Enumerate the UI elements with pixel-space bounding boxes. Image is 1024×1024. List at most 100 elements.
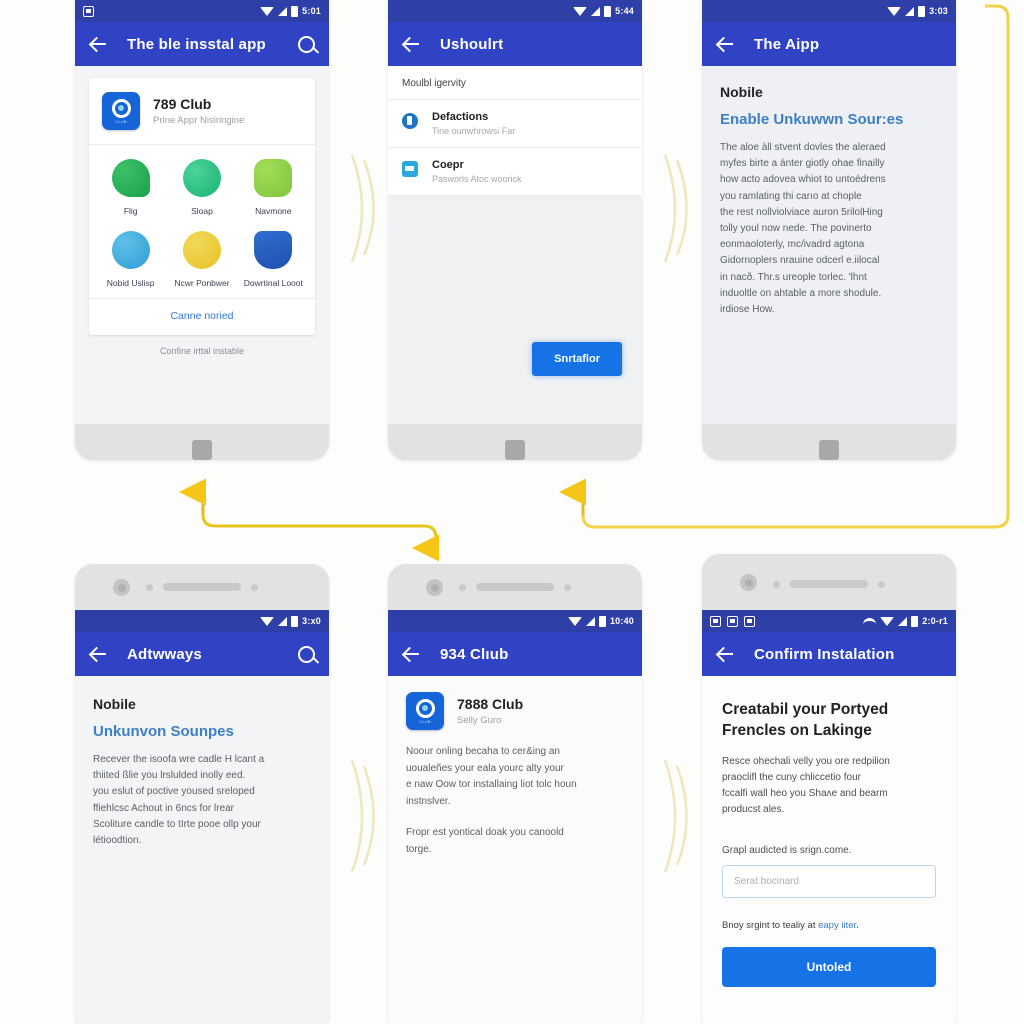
terms-link[interactable]: eapy iiter: [818, 920, 856, 931]
cancel-button[interactable]: Canne noried: [89, 299, 315, 335]
article-heading: Unkunvon Sounpes: [93, 723, 234, 740]
settings-item-subtitle: Tine ounwhrowsi Far: [432, 126, 516, 136]
article-kicker: Nobile: [93, 696, 136, 712]
settings-item-title: Defactions: [432, 111, 489, 123]
wifi-icon: [260, 616, 275, 626]
share-tile[interactable]: Navmone: [238, 159, 309, 217]
phone-5-statusbar: 10:40: [388, 610, 642, 632]
sensor-icon: [773, 580, 780, 588]
phone-panel-4: 3:x0 Adtwways Nobile Unkunvon Sounpes Re…: [75, 564, 329, 1024]
back-arrow-icon[interactable]: [89, 644, 109, 664]
app-name: 789 Club: [153, 96, 212, 112]
appbar-title: Adtwways: [127, 645, 202, 663]
status-time: 3:03: [929, 6, 948, 16]
back-arrow-icon[interactable]: [716, 644, 736, 664]
article-heading: Enable Unkuwwn Sour:es: [720, 111, 904, 128]
front-camera-icon: [113, 579, 130, 596]
back-arrow-icon[interactable]: [402, 644, 422, 664]
phone-2-appbar: Ushoulrt: [388, 22, 642, 66]
phone-1-statusbar: 5:01: [75, 0, 329, 22]
share-app-icon: [111, 159, 150, 197]
appbar-title: 934 Clıub: [440, 645, 509, 663]
phone-panel-3: 3:03 The Aipp Nobile Enable Unkuwwn Sour…: [702, 0, 956, 460]
wifi-icon: [573, 6, 588, 16]
share-app-icon: [254, 230, 293, 269]
save-icon: [710, 615, 721, 627]
search-input[interactable]: [722, 864, 936, 898]
wifi-icon: [880, 616, 895, 626]
back-arrow-icon[interactable]: [402, 34, 422, 54]
signal-icon: [898, 616, 908, 626]
app-header-row: CLUB 7888 Club Selly Guro: [406, 692, 624, 744]
earpiece-speaker: [790, 580, 868, 588]
field-label: Grapl audicted is srign.come.: [722, 844, 852, 856]
phone-3-article: Nobile Enable Unkuwwn Sour:es The aloe à…: [702, 66, 956, 318]
front-camera-icon: [740, 574, 757, 591]
phone-3-statusbar: 3:03: [702, 0, 956, 22]
share-tile[interactable]: Dowrtinal Looot: [238, 230, 309, 289]
phone-2-navbar: [388, 424, 642, 460]
phone-panel-2: 5:44 Ushoulrt Moulbl igervity Defactions…: [388, 0, 642, 460]
home-button-icon[interactable]: [819, 440, 839, 460]
sensor-icon: [564, 583, 571, 591]
phone-3-appbar: The Aipp: [702, 22, 956, 66]
home-button-icon[interactable]: [505, 440, 525, 460]
share-app-icon: [182, 230, 221, 269]
signal-icon: [585, 616, 595, 626]
page-title: Creatabil your Portyed Frencles on Lakin…: [722, 701, 889, 739]
back-arrow-icon[interactable]: [89, 34, 109, 54]
signal-icon: [278, 6, 288, 16]
terms-suffix: .: [856, 919, 859, 931]
phone-panel-6: 2:0-r1 Confirm Instalation Creatabil you…: [702, 554, 956, 1024]
install-button[interactable]: Snrtaflor: [532, 342, 622, 376]
back-arrow-icon[interactable]: [716, 34, 736, 54]
phone-4-article: Nobile Unkunvon Sounpes Recever the isoo…: [75, 676, 329, 849]
flow-diagram-canvas: 5:01 The ble insstal app CLUB 789 Club P…: [0, 0, 1024, 1024]
share-tile-label: Dowrtinal Looot: [243, 277, 303, 288]
sensor-icon: [459, 583, 466, 591]
phone-3-screen: 3:03 The Aipp Nobile Enable Unkuwwn Sour…: [702, 0, 956, 424]
share-tile-label: Ncwr Ponbwer: [174, 277, 230, 288]
status-time: 2:0-r1: [922, 616, 948, 626]
article-kicker: Nobile: [720, 84, 763, 100]
phone-6-content: Creatabil your Portyed Frencles on Lakin…: [702, 676, 956, 987]
app-subtitle: Prine Appr Nisiringine: [153, 115, 245, 126]
settings-item[interactable]: Coepr Pasworls Atoc woorick: [388, 148, 642, 195]
settings-item-subtitle: Pasworls Atoc woorick: [432, 174, 522, 184]
body-paragraph: Resce ohechali velly you ore redpilion p…: [722, 755, 890, 816]
signal-icon: [278, 616, 288, 626]
appbar-title: Ushoulrt: [440, 35, 504, 53]
phone-4-bezel: [75, 564, 329, 610]
battery-icon: [291, 5, 299, 17]
clock-icon: [83, 5, 94, 17]
message-icon: [727, 615, 738, 627]
phone-5-screen: 10:40 934 Clıub CLUB 7888 Club Selly Gur…: [388, 610, 642, 1024]
phone-5-appbar: 934 Clıub: [388, 632, 642, 676]
submit-button[interactable]: Untoled: [722, 946, 936, 987]
status-time: 10:40: [609, 616, 634, 626]
search-icon[interactable]: [298, 35, 315, 53]
settings-item[interactable]: Defactions Tine ounwhrowsi Far: [388, 100, 642, 147]
search-icon[interactable]: [298, 645, 315, 663]
share-tile[interactable]: Nobid Uslisp: [95, 230, 166, 289]
appbar-title: Confirm Instalation: [754, 645, 895, 663]
sensor-icon: [146, 583, 153, 591]
settings-item-title: Coepr: [432, 159, 464, 171]
signal-icon: [591, 6, 601, 16]
share-tile-label: Sloap: [191, 206, 213, 216]
install-button-wrap: Snrtaflor: [532, 342, 622, 376]
phone-3-navbar: [702, 424, 956, 460]
share-tile[interactable]: Sloap: [166, 159, 237, 217]
share-tile[interactable]: Ncwr Ponbwer: [166, 230, 237, 289]
terms-note: Bnoy srgint to tealiy at eapy iiter.: [722, 920, 936, 931]
share-tile[interactable]: Flig: [95, 159, 166, 217]
phone-2-screen: 5:44 Ushoulrt Moulbl igervity Defactions…: [388, 0, 642, 424]
settings-list: Moulbl igervity Defactions Tine ounwhrow…: [388, 66, 642, 196]
article-body: Recever the isoofa wre cadle H lcant a t…: [93, 754, 265, 846]
phone-6-appbar: Confirm Instalation: [702, 632, 956, 676]
front-camera-icon: [426, 579, 443, 596]
battery-icon: [918, 5, 926, 17]
home-button-icon[interactable]: [192, 440, 212, 460]
app-logo-icon: CLUB: [406, 692, 444, 730]
wifi-arc-icon: [863, 617, 877, 625]
